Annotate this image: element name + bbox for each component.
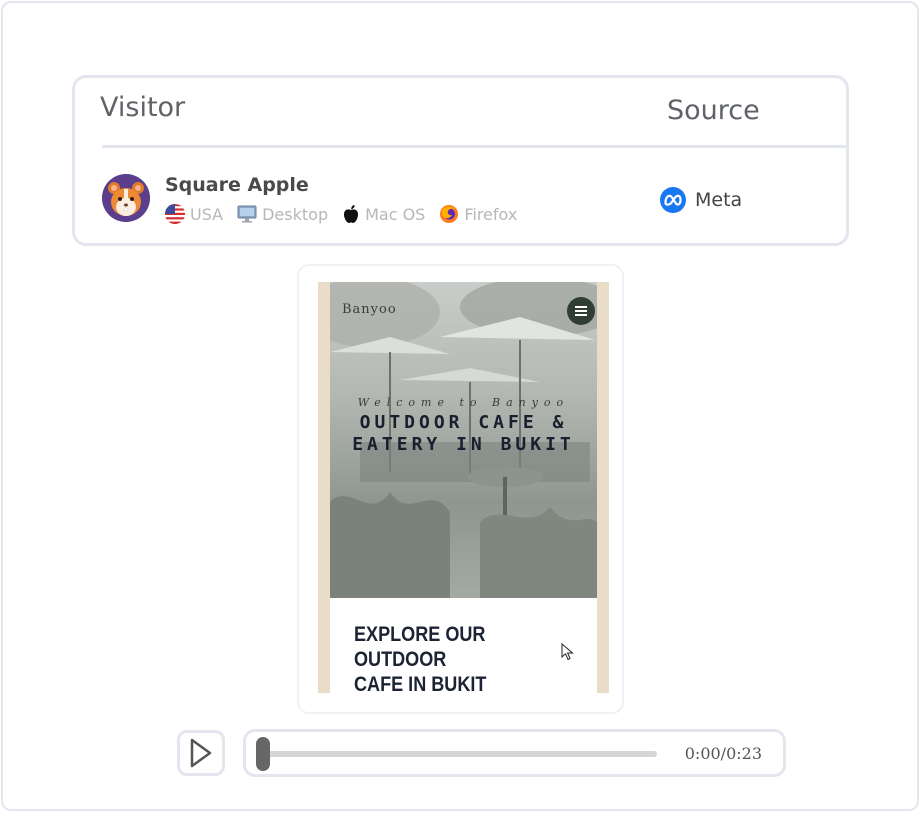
visitor-name: Square Apple <box>165 174 309 196</box>
visitor-card: Visitor Source Square Apple USA Desktop … <box>72 75 849 246</box>
browser-label: Firefox <box>464 204 518 224</box>
progress-scrubber-handle[interactable] <box>256 737 270 771</box>
hero-section: Banyoo Welcome to Banyoo OUTDOOR CAFE & … <box>330 282 597 598</box>
hero-title-line-2: EATERY IN BUKIT <box>352 434 575 455</box>
desktop-icon <box>237 205 257 223</box>
meta-icon <box>660 187 686 213</box>
progress-track[interactable] <box>258 751 657 757</box>
content-section: EXPLORE OUR OUTDOOR CAFE IN BUKIT <box>330 598 597 693</box>
mouse-cursor-icon <box>561 643 574 661</box>
hamster-avatar-icon <box>102 174 150 222</box>
device-item: Desktop <box>237 205 328 224</box>
source-column-header: Source <box>667 95 760 126</box>
header-divider <box>102 145 846 148</box>
playback-time: 0:00/0:23 <box>684 744 762 763</box>
device-label: Desktop <box>262 204 329 224</box>
section-heading-line-1: EXPLORE OUR OUTDOOR <box>354 623 486 671</box>
us-flag-icon <box>165 204 185 224</box>
section-heading: EXPLORE OUR OUTDOOR CAFE IN BUKIT <box>354 622 560 693</box>
play-button[interactable] <box>177 730 225 776</box>
source-label: Meta <box>695 189 743 211</box>
welcome-text: Welcome to Banyoo <box>357 396 570 409</box>
brand-logo: Banyoo <box>342 302 397 317</box>
play-icon <box>190 738 212 768</box>
hero-title-line-1: OUTDOOR CAFE & <box>359 412 568 433</box>
country-label: USA <box>190 204 224 224</box>
avatar <box>102 174 150 222</box>
country-item: USA <box>165 204 223 224</box>
playback-progress: 0:00/0:23 <box>243 729 786 777</box>
visitor-column-header: Visitor <box>100 92 186 123</box>
browser-item: Firefox <box>439 204 517 224</box>
hero-title: OUTDOOR CAFE & EATERY IN BUKIT <box>330 412 597 456</box>
menu-icon <box>575 306 587 316</box>
section-heading-line-2: CAFE IN BUKIT <box>354 673 487 693</box>
mobile-screen: Banyoo Welcome to Banyoo OUTDOOR CAFE & … <box>318 282 609 693</box>
source-value: Meta <box>659 186 742 214</box>
firefox-icon <box>440 205 459 223</box>
os-item: Mac OS <box>342 204 425 224</box>
visitor-meta: USA Desktop Mac OS Firefox <box>165 203 531 225</box>
os-label: Mac OS <box>365 204 426 224</box>
apple-icon <box>344 205 359 223</box>
hamburger-menu-button[interactable] <box>567 297 595 325</box>
